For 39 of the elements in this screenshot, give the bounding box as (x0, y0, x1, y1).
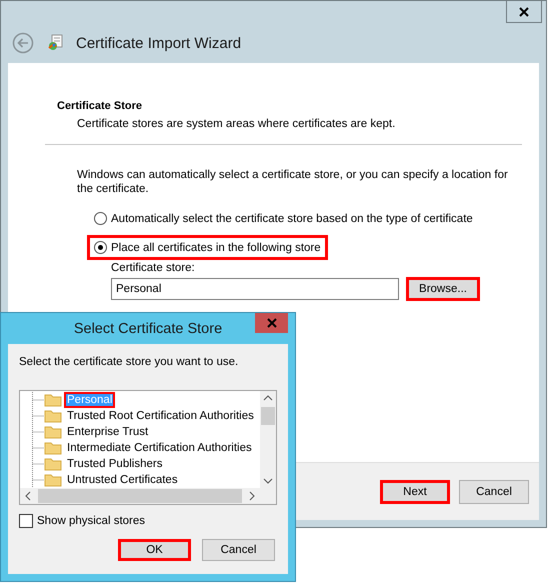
dialog-title: Select Certificate Store (74, 320, 222, 336)
tree-item[interactable]: Trusted Publishers (64, 456, 166, 472)
tree-line-icon (32, 472, 44, 488)
instructions-text: Windows can automatically select a certificate store, or you can specify a location for the certificate. (77, 168, 509, 196)
folder-icon (44, 425, 62, 439)
tree-line-icon (32, 456, 44, 472)
close-button[interactable] (506, 1, 542, 23)
folder-icon (44, 393, 62, 407)
browse-button[interactable]: Browse... (406, 277, 480, 301)
wizard-button[interactable]: Next (380, 480, 450, 504)
tree-line-icon (32, 424, 44, 440)
folder-icon (44, 457, 62, 471)
tree-item[interactable]: Intermediate Certification Authorities (64, 440, 255, 456)
close-icon (266, 318, 276, 328)
field-label: Certificate store: (111, 262, 196, 274)
section-title: Certificate Store (57, 100, 143, 112)
tree-line-icon (32, 440, 44, 456)
tree-line-icon (32, 408, 44, 424)
checkbox-option[interactable]: Show physical stores (19, 514, 146, 528)
horizontal-scrollbar[interactable] (20, 488, 276, 504)
scroll-thumb[interactable] (38, 489, 242, 503)
store-field[interactable]: Personal (111, 278, 399, 300)
section-description: Certificate stores are system areas where certificates are kept. (77, 118, 396, 130)
wizard-button[interactable]: Cancel (459, 480, 529, 504)
folder-icon (44, 409, 62, 423)
vertical-scrollbar[interactable] (260, 391, 276, 488)
tree-item[interactable]: Trusted Root Certification Authorities (64, 408, 257, 424)
scroll-thumb[interactable] (261, 407, 275, 425)
window-title: Certificate Import Wizard (76, 34, 242, 52)
radio-option[interactable]: Place all certificates in the following store (87, 235, 328, 260)
tree-item[interactable]: Untrusted Certificates (64, 472, 181, 488)
dialog-button[interactable]: Cancel (202, 539, 275, 561)
radio-option[interactable]: Automatically select the certificate store based on the type of certificate (87, 206, 480, 231)
dialog-button[interactable]: OK (118, 539, 191, 561)
prompt-text: Select the certificate store you want to use. (19, 356, 240, 368)
folder-icon (44, 441, 62, 455)
tree-line-icon (32, 392, 44, 408)
tree-item[interactable]: Enterprise Trust (64, 424, 152, 440)
close-icon (519, 6, 529, 16)
